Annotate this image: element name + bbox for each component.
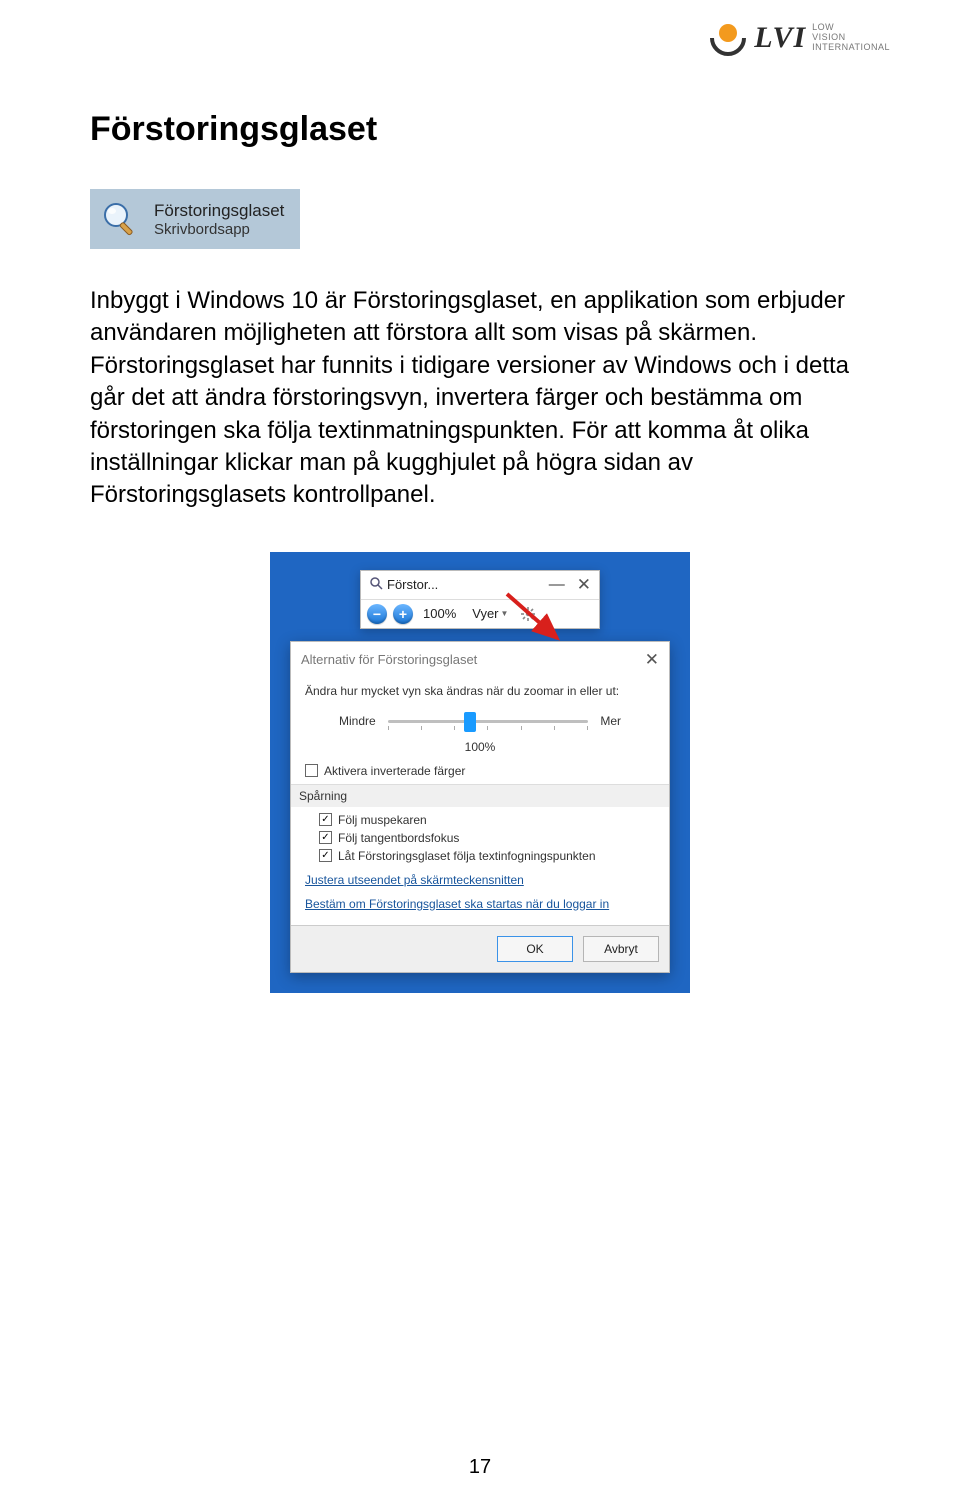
options-dialog-title: Alternativ för Förstoringsglaset [301, 652, 477, 667]
follow-keyboard-checkbox[interactable] [319, 831, 332, 844]
zoom-level: 100% [423, 606, 456, 621]
zoom-out-button[interactable]: − [367, 604, 387, 624]
zoom-in-button[interactable]: + [393, 604, 413, 624]
follow-mouse-label: Följ muspekaren [338, 813, 427, 827]
logo-subtext: LOW VISION INTERNATIONAL [812, 23, 890, 53]
app-tile[interactable]: Förstoringsglaset Skrivbordsapp [90, 189, 300, 249]
cancel-button[interactable]: Avbryt [583, 936, 659, 962]
follow-keyboard-label: Följ tangentbordsfokus [338, 831, 459, 845]
startup-settings-link[interactable]: Bestäm om Förstoringsglaset ska startas … [305, 897, 655, 911]
slider-value: 100% [305, 740, 655, 754]
chevron-down-icon: ▼ [501, 609, 509, 618]
follow-text-label: Låt Förstoringsglaset följa textinfognin… [338, 849, 596, 863]
invert-colors-label: Aktivera inverterade färger [324, 764, 465, 778]
views-dropdown[interactable]: Vyer ▼ [472, 606, 508, 621]
slider-min-label: Mindre [339, 714, 376, 728]
logo-text: LVI [754, 21, 806, 55]
options-dialog: Alternativ för Förstoringsglaset ✕ Ändra… [290, 641, 670, 973]
invert-colors-checkbox[interactable] [305, 764, 318, 777]
app-tile-subtitle: Skrivbordsapp [154, 221, 284, 238]
page-number: 17 [0, 1456, 960, 1479]
close-icon[interactable]: ✕ [577, 575, 591, 595]
tracking-section-header: Spårning [291, 784, 669, 807]
magnifier-window-title: Förstor... [387, 577, 438, 592]
ok-button[interactable]: OK [497, 936, 573, 962]
dialog-close-icon[interactable]: ✕ [645, 650, 659, 670]
zoom-step-label: Ändra hur mycket vyn ska ändras när du z… [305, 684, 655, 698]
page-title: Förstoringsglaset [90, 110, 870, 149]
follow-mouse-checkbox[interactable] [319, 813, 332, 826]
magnifier-app-icon [98, 197, 142, 241]
gear-icon[interactable] [520, 606, 536, 622]
minimize-icon[interactable]: — [549, 576, 565, 594]
font-appearance-link[interactable]: Justera utseendet på skärmteckensnitten [305, 873, 655, 887]
app-tile-title: Förstoringsglaset [154, 201, 284, 221]
magnifier-mini-icon [369, 576, 383, 593]
brand-logo: LVI LOW VISION INTERNATIONAL [708, 18, 890, 58]
screenshot-composite: Förstor... — ✕ − + 100% Vyer ▼ [270, 552, 690, 993]
logo-icon [708, 18, 748, 58]
magnifier-toolbar-window: Förstor... — ✕ − + 100% Vyer ▼ [360, 570, 600, 629]
body-paragraph: Inbyggt i Windows 10 är Förstoringsglase… [90, 285, 870, 512]
slider-max-label: Mer [600, 714, 621, 728]
follow-text-checkbox[interactable] [319, 849, 332, 862]
zoom-step-slider[interactable] [388, 712, 589, 730]
